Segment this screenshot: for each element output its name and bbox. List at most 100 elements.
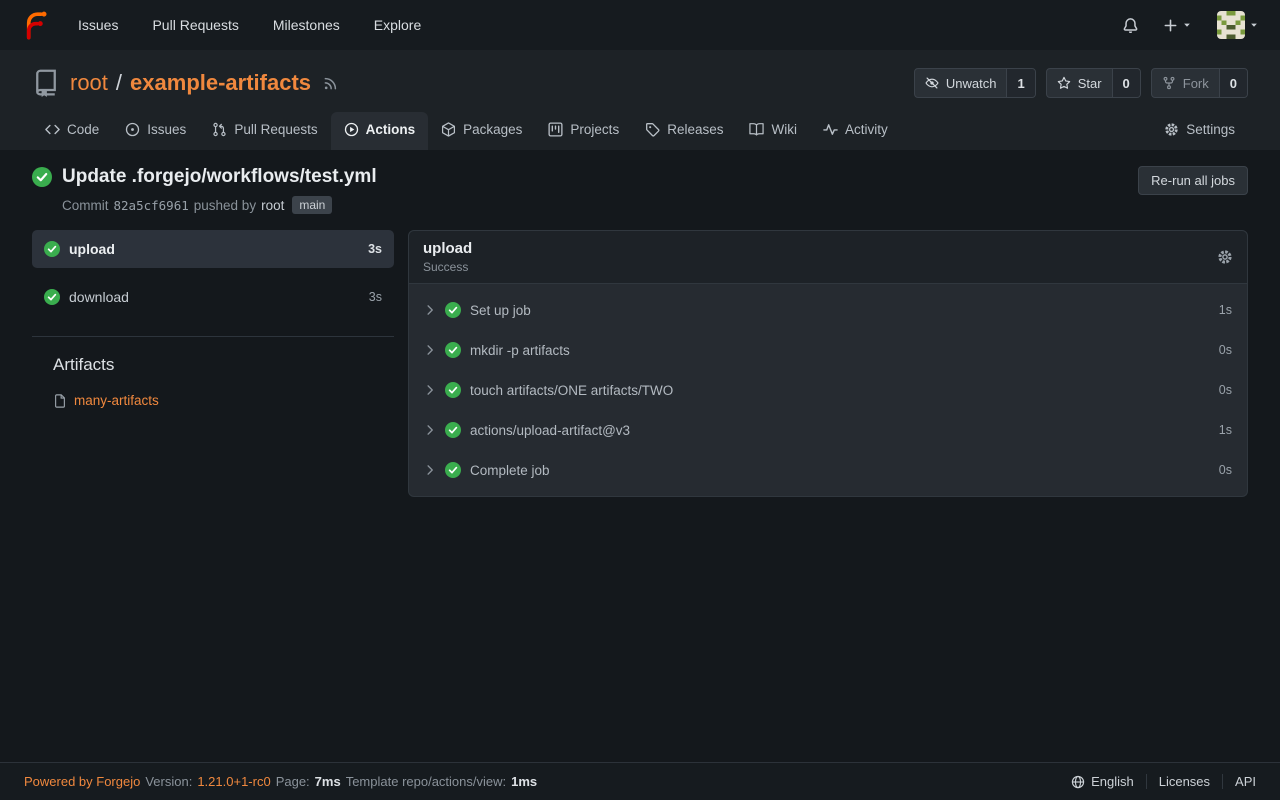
licenses-link[interactable]: Licenses — [1146, 774, 1222, 789]
tab-label: Wiki — [771, 122, 797, 137]
repo-action-buttons: Unwatch 1 Star 0 Fork 0 — [914, 68, 1248, 98]
repo-icon — [32, 69, 60, 97]
tab-label: Issues — [147, 122, 186, 137]
step-row[interactable]: mkdir -p artifacts 0s — [409, 330, 1247, 370]
rss-feed-button[interactable] — [323, 76, 338, 91]
tab-label: Settings — [1186, 122, 1235, 137]
tab-label: Pull Requests — [234, 122, 317, 137]
job-item-download[interactable]: download 3s — [32, 278, 394, 316]
watchers-count[interactable]: 1 — [1006, 69, 1034, 97]
eye-slash-icon — [925, 76, 939, 90]
branch-badge[interactable]: main — [292, 196, 332, 214]
star-button-group: Star 0 — [1046, 68, 1141, 98]
footer-links: English Licenses API — [1059, 774, 1256, 789]
repo-owner-link[interactable]: root — [70, 70, 108, 96]
repo-name-link[interactable]: example-artifacts — [130, 70, 311, 96]
tab-label: Projects — [570, 122, 619, 137]
unwatch-label: Unwatch — [946, 76, 997, 91]
commit-sha-link[interactable]: 82a5cf6961 — [114, 198, 189, 213]
page-footer: Powered by Forgejo Version: 1.21.0+1-rc0… — [0, 762, 1280, 800]
issue-icon — [125, 122, 140, 137]
page-time-value: 7ms — [315, 774, 341, 789]
language-menu[interactable]: English — [1059, 774, 1146, 789]
create-new-menu[interactable] — [1163, 18, 1193, 33]
gear-icon — [1217, 249, 1233, 265]
tab-actions[interactable]: Actions — [331, 112, 429, 150]
tab-settings[interactable]: Settings — [1151, 112, 1248, 150]
run-success-icon — [32, 167, 52, 187]
tab-releases[interactable]: Releases — [632, 112, 736, 150]
pushed-by-label: pushed by — [194, 198, 256, 213]
chevron-right-icon — [424, 304, 436, 316]
job-duration: 3s — [368, 242, 382, 256]
job-item-upload[interactable]: upload 3s — [32, 230, 394, 268]
job-name: upload — [69, 241, 115, 257]
step-row[interactable]: touch artifacts/ONE artifacts/TWO 0s — [409, 370, 1247, 410]
forks-count[interactable]: 0 — [1219, 69, 1247, 97]
job-name: download — [69, 289, 129, 305]
nav-issues[interactable]: Issues — [78, 17, 118, 33]
globe-icon — [1071, 775, 1085, 789]
tab-activity[interactable]: Activity — [810, 112, 901, 150]
job-options-button[interactable] — [1217, 249, 1233, 265]
artifact-item: many-artifacts — [53, 393, 394, 408]
pull-request-icon — [212, 122, 227, 137]
step-duration: 0s — [1219, 383, 1232, 397]
tag-icon — [645, 122, 660, 137]
tab-pull-requests[interactable]: Pull Requests — [199, 112, 330, 150]
step-name: Set up job — [470, 303, 531, 318]
tab-packages[interactable]: Packages — [428, 112, 535, 150]
template-time-label: Template repo/actions/view: — [346, 774, 506, 789]
tab-code[interactable]: Code — [32, 112, 112, 150]
nav-explore[interactable]: Explore — [374, 17, 421, 33]
step-success-icon — [445, 382, 461, 398]
step-success-icon — [445, 342, 461, 358]
step-name: mkdir -p artifacts — [470, 343, 570, 358]
chevron-right-icon — [424, 464, 436, 476]
tab-wiki[interactable]: Wiki — [736, 112, 810, 150]
version-label: Version: — [145, 774, 192, 789]
step-duration: 0s — [1219, 463, 1232, 477]
chevron-right-icon — [424, 424, 436, 436]
commit-line: Commit 82a5cf6961 pushed by root main — [62, 196, 377, 214]
version-link[interactable]: 1.21.0+1-rc0 — [197, 774, 270, 789]
star-button[interactable]: Star — [1047, 69, 1112, 97]
stars-count[interactable]: 0 — [1112, 69, 1140, 97]
fork-button[interactable]: Fork — [1152, 69, 1219, 97]
step-name: actions/upload-artifact@v3 — [470, 423, 630, 438]
chevron-right-icon — [424, 344, 436, 356]
user-menu[interactable] — [1217, 11, 1260, 39]
job-duration: 3s — [369, 290, 382, 304]
nav-pull-requests[interactable]: Pull Requests — [152, 17, 238, 33]
step-row[interactable]: Complete job 0s — [409, 450, 1247, 490]
chevron-down-icon — [1181, 19, 1193, 31]
repo-header: root / example-artifacts Unwatch 1 Star … — [0, 50, 1280, 150]
chevron-down-icon — [1248, 19, 1260, 31]
powered-by-link[interactable]: Powered by Forgejo — [24, 774, 140, 789]
step-row[interactable]: actions/upload-artifact@v3 1s — [409, 410, 1247, 450]
notifications-button[interactable] — [1122, 17, 1139, 34]
nav-milestones[interactable]: Milestones — [273, 17, 340, 33]
chevron-right-icon — [424, 384, 436, 396]
api-link[interactable]: API — [1222, 774, 1256, 789]
tab-projects[interactable]: Projects — [535, 112, 632, 150]
forgejo-logo-icon — [20, 10, 50, 40]
job-status-text: Success — [423, 260, 472, 274]
step-row[interactable]: Set up job 1s — [409, 290, 1247, 330]
package-icon — [441, 122, 456, 137]
commit-author-link[interactable]: root — [261, 198, 284, 213]
star-label: Star — [1078, 76, 1102, 91]
book-icon — [749, 122, 764, 137]
artifact-download-link[interactable]: many-artifacts — [74, 393, 159, 408]
fork-label: Fork — [1183, 76, 1209, 91]
page-time-label: Page: — [276, 774, 310, 789]
tab-issues[interactable]: Issues — [112, 112, 199, 150]
main-nav: Issues Pull Requests Milestones Explore — [78, 17, 421, 33]
job-detail-name: upload — [423, 240, 472, 257]
repo-title-separator: / — [116, 70, 122, 96]
run-title: Update .forgejo/workflows/test.yml — [62, 166, 377, 188]
tab-label: Activity — [845, 122, 888, 137]
rerun-all-jobs-button[interactable]: Re-run all jobs — [1138, 166, 1248, 195]
unwatch-button[interactable]: Unwatch — [915, 69, 1007, 97]
forgejo-logo[interactable] — [20, 10, 50, 40]
